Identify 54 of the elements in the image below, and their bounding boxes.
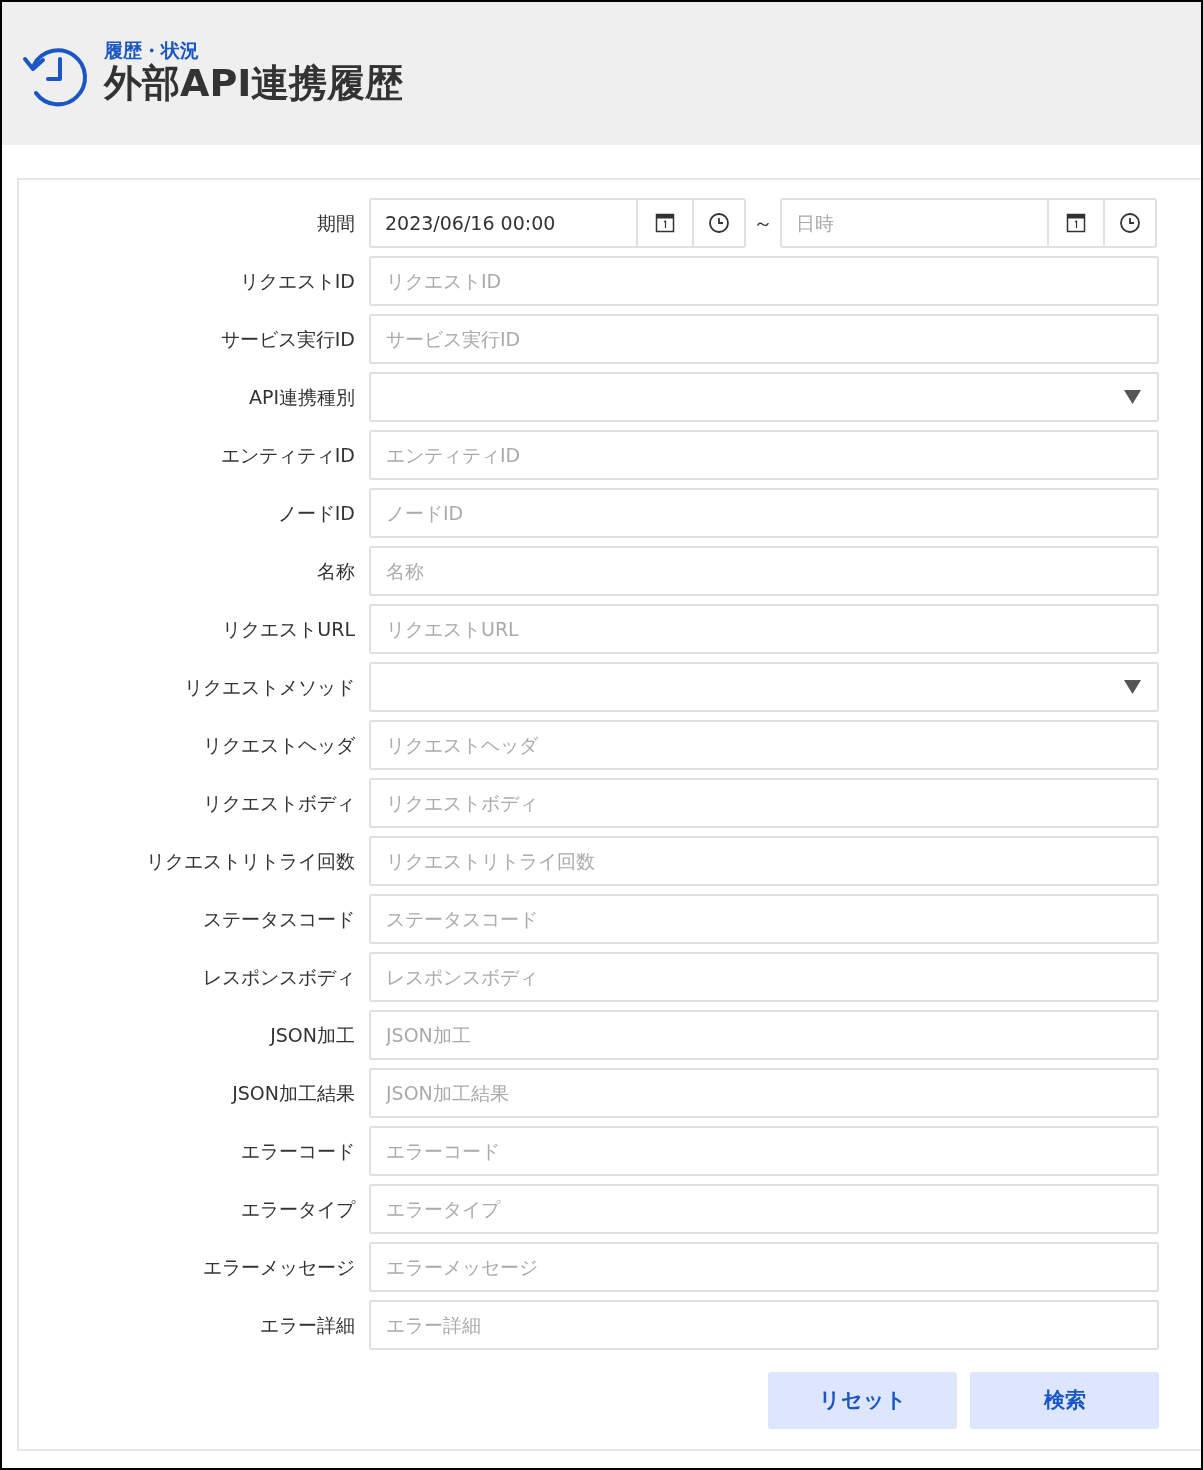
text-field[interactable]: エンティティID: [369, 430, 1159, 480]
field-label: 期間: [316, 210, 355, 236]
field-label: リクエストID: [238, 268, 355, 294]
calendar-button[interactable]: [638, 198, 692, 248]
page-title: 外部API連携履歴: [104, 61, 404, 107]
select-field[interactable]: [369, 662, 1159, 712]
field-label: エラーコード: [240, 1138, 355, 1164]
dropdown-arrow-icon: [1124, 390, 1141, 404]
select-field[interactable]: [369, 372, 1159, 422]
field-label: JSON加工結果: [230, 1080, 355, 1106]
text-field[interactable]: ステータスコード: [369, 894, 1159, 944]
dropdown-arrow-icon: [1124, 680, 1141, 694]
text-field[interactable]: 名称: [369, 546, 1159, 596]
clock-icon: [708, 212, 730, 234]
field-label: リクエストURL: [221, 616, 355, 642]
text-field[interactable]: エラーコード: [369, 1126, 1159, 1176]
text-field[interactable]: リクエストボディ: [369, 778, 1159, 828]
calendar-icon: [1066, 213, 1086, 233]
field-label: エラーメッセージ: [202, 1254, 355, 1280]
field-label: リクエストボディ: [202, 790, 355, 816]
text-field[interactable]: エラー詳細: [369, 1300, 1159, 1350]
field-label: サービス実行ID: [219, 326, 355, 352]
field-label: リクエストヘッダ: [202, 732, 355, 758]
text-field[interactable]: エラーメッセージ: [369, 1242, 1159, 1292]
field-label: エンティティID: [219, 442, 355, 468]
text-field[interactable]: リクエストID: [369, 256, 1159, 306]
field-label: ノードID: [276, 500, 355, 526]
text-field[interactable]: リクエストURL: [369, 604, 1159, 654]
time-button[interactable]: [1103, 198, 1157, 248]
clock-icon: [1119, 212, 1141, 234]
reset-button[interactable]: リセット: [768, 1372, 957, 1429]
text-field[interactable]: エラータイプ: [369, 1184, 1159, 1234]
datetime-field[interactable]: 日時: [780, 198, 1049, 248]
search-button[interactable]: 検索: [970, 1372, 1159, 1429]
field-label: ステータスコード: [202, 906, 355, 932]
time-button[interactable]: [692, 198, 746, 248]
field-label: JSON加工: [268, 1022, 355, 1048]
field-label: エラータイプ: [240, 1196, 355, 1222]
field-label: API連携種別: [247, 384, 355, 410]
field-label: リクエストリトライ回数: [145, 848, 355, 874]
calendar-icon: [655, 213, 675, 233]
datetime-field[interactable]: 2023/06/16 00:00: [369, 198, 638, 248]
text-field[interactable]: リクエストリトライ回数: [369, 836, 1159, 886]
field-label: 名称: [316, 558, 355, 584]
field-label: リクエストメソッド: [183, 674, 355, 700]
field-label: エラー詳細: [259, 1312, 355, 1338]
text-field[interactable]: レスポンスボディ: [369, 952, 1159, 1002]
field-label: レスポンスボディ: [202, 964, 355, 990]
text-field[interactable]: サービス実行ID: [369, 314, 1159, 364]
text-field[interactable]: リクエストヘッダ: [369, 720, 1159, 770]
text-field[interactable]: ノードID: [369, 488, 1159, 538]
breadcrumb: 履歴・状況: [104, 40, 200, 62]
range-separator: ～: [752, 210, 774, 237]
calendar-button[interactable]: [1049, 198, 1103, 248]
